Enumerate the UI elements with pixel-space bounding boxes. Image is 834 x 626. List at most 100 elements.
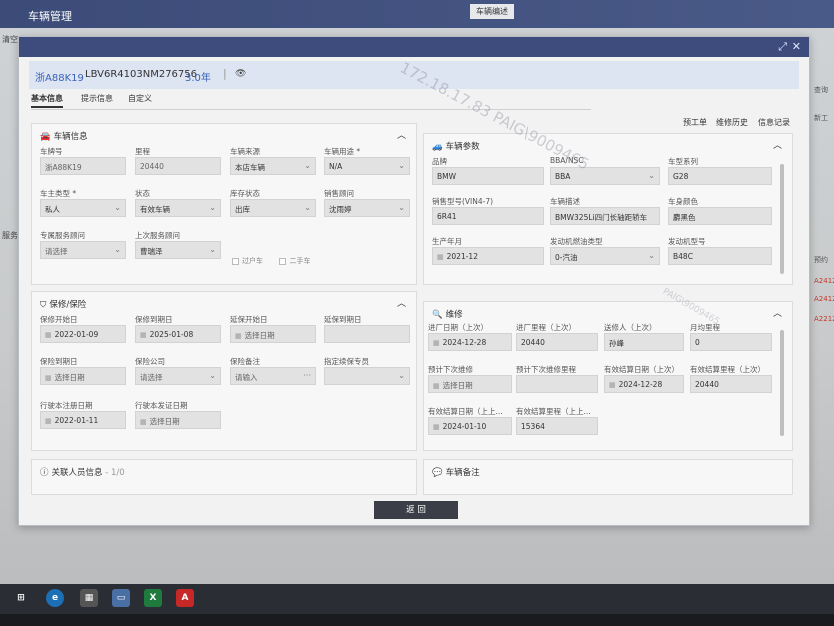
collapse-icon[interactable]: ︿ [773, 306, 782, 319]
bba-select[interactable]: BBA ⌄ [550, 167, 660, 185]
warranty-start-input[interactable]: ▦ 2022-01-09 [40, 325, 126, 343]
panel-title: ⛉ 保修/保险 [40, 298, 86, 310]
bg-right-label[interactable]: A2212 [814, 315, 834, 323]
issue-date-input[interactable]: ▦ 选择日期 [135, 411, 221, 429]
ext-start-input[interactable]: ▦ 选择日期 [230, 325, 316, 343]
field-brand: 品牌 BMW [432, 156, 544, 185]
close-icon[interactable]: ✕ [792, 40, 801, 53]
field-next-repair: 预计下次维修 ▦ 选择日期 [428, 364, 512, 393]
scrollbar[interactable] [780, 164, 784, 274]
date-value: 2022-01-09 [54, 330, 99, 339]
field-warranty-end: 保修到期日 ▦ 2025-01-08 [135, 314, 221, 343]
chevron-down-icon: ⌄ [209, 371, 216, 380]
scrollbar[interactable] [780, 330, 784, 436]
ext-end-input[interactable] [324, 325, 410, 343]
tab-tips[interactable]: 提示信息 [81, 93, 113, 104]
maximize-icon[interactable]: ⤢ [778, 40, 787, 54]
brand-input[interactable]: BMW [432, 167, 544, 185]
field-status: 状态 有效车辆 ⌄ [135, 188, 221, 217]
prev-settle-mileage-input[interactable]: 15364 [516, 417, 598, 435]
color-input[interactable]: 麝黑色 [668, 207, 772, 225]
prev-settle-date-input[interactable]: ▦ 2024-01-10 [428, 417, 512, 435]
last-settle-mileage-input[interactable]: 20440 [690, 375, 772, 393]
field-label: 专属服务顾问 [40, 231, 85, 240]
last-entry-mileage-input[interactable]: 20440 [516, 333, 598, 351]
next-repair-mileage-input[interactable] [516, 375, 598, 393]
sales-model-input[interactable]: 6R41 [432, 207, 544, 225]
bg-right-label[interactable]: A2412 [814, 295, 834, 303]
transfer-checkbox[interactable] [232, 257, 239, 265]
tab-divider [31, 109, 591, 110]
engine-model-input[interactable]: B48C [668, 247, 772, 265]
calendar-icon: ▦ [45, 331, 52, 339]
last-entry-date-input[interactable]: ▦ 2024-12-28 [428, 333, 512, 351]
return-button[interactable]: 返 回 [374, 501, 458, 519]
calculator-icon[interactable]: ▦ [80, 589, 98, 607]
collapse-icon[interactable]: ︿ [773, 138, 782, 151]
browser-icon[interactable]: e [46, 589, 64, 607]
field-label: 指定续保专员 [324, 357, 369, 366]
pdf-icon[interactable]: A [176, 589, 194, 607]
stock-select[interactable]: 出库 ⌄ [230, 199, 316, 217]
plate-input[interactable]: 浙A88K19 [40, 157, 126, 175]
pre-order-link[interactable]: 预工单 [683, 117, 707, 128]
sales-advisor-select[interactable]: 沈雨婷 ⌄ [324, 199, 410, 217]
bg-left-label[interactable]: 清空 [2, 34, 18, 45]
remote-desktop-icon[interactable]: ▭ [112, 589, 130, 607]
fuel-type-select[interactable]: 0-汽油 ⌄ [550, 247, 660, 265]
bg-right-label[interactable]: 查询 [814, 85, 828, 95]
checkbox-label: 二手车 [289, 257, 311, 265]
field-last-entry-date: 进厂日期（上次） ▦ 2024-12-28 [428, 322, 512, 351]
status-select[interactable]: 有效车辆 ⌄ [135, 199, 221, 217]
series-input[interactable]: G28 [668, 167, 772, 185]
monthly-mileage-input[interactable]: 0 [690, 333, 772, 351]
used-car-checkbox[interactable] [279, 257, 287, 265]
plate-number[interactable]: 浙A88K19 [35, 69, 84, 84]
field-last-sender: 送修人（上次） 孙峰 [604, 322, 684, 351]
usage-select[interactable]: N/A ⌄ [324, 157, 410, 175]
field-reg-date: 行驶本注册日期 ▦ 2022-01-11 [40, 400, 126, 429]
description-input[interactable]: BMW325Li四门长轴距轿车 [550, 207, 660, 225]
last-advisor-select[interactable]: 曹瑞泽 ⌄ [135, 241, 221, 259]
bg-tab[interactable]: 车辆编述 [470, 4, 514, 19]
field-label: 车辆用途 * [324, 147, 361, 156]
eye-icon[interactable]: 👁 [235, 69, 246, 79]
calendar-icon: ▦ [140, 331, 147, 339]
field-label: 保险备注 [230, 357, 260, 366]
field-service-advisor: 专属服务顾问 请选择 ⌄ [40, 230, 126, 259]
excel-icon[interactable]: X [144, 589, 162, 607]
next-repair-input[interactable]: ▦ 选择日期 [428, 375, 512, 393]
service-advisor-select[interactable]: 请选择 ⌄ [40, 241, 126, 259]
info-record-link[interactable]: 信息记录 [758, 117, 790, 128]
renewal-agent-select[interactable]: ⌄ [324, 367, 410, 385]
app-titlebar: 车辆管理 车辆编述 [0, 0, 834, 28]
chevron-down-icon: ⌄ [398, 371, 405, 380]
field-label: 上次服务顾问 [135, 231, 180, 240]
vehicle-params-panel: 🚙 车辆参数 ︿ 品牌 BMW BBA/NSC BBA ⌄ 车型系列 G28 销售型… [423, 133, 793, 285]
reg-date-input[interactable]: ▦ 2022-01-11 [40, 411, 126, 429]
warranty-end-input[interactable]: ▦ 2025-01-08 [135, 325, 221, 343]
bg-right-label[interactable]: A2412 [814, 277, 834, 285]
insurance-end-input[interactable]: ▦ 选择日期 [40, 367, 126, 385]
select-value: N/A [329, 162, 343, 171]
tab-basic-info[interactable]: 基本信息 [31, 93, 63, 108]
owner-type-select[interactable]: 私人 ⌄ [40, 199, 126, 217]
source-select[interactable]: 本店车辆 ⌄ [230, 157, 316, 175]
collapse-icon[interactable]: ︿ [397, 296, 406, 309]
field-label: 进厂里程（上次） [516, 323, 576, 332]
repair-history-link[interactable]: 维修历史 [716, 117, 748, 128]
last-sender-input[interactable]: 孙峰 [604, 333, 684, 351]
tab-custom[interactable]: 自定义 [128, 93, 152, 104]
field-prev-settle-mileage: 有效结算里程（上上... 15364 [516, 406, 598, 435]
field-label: 送修人（上次） [604, 323, 657, 332]
collapse-icon[interactable]: ︿ [397, 128, 406, 141]
mileage-input[interactable]: 20440 [135, 157, 221, 175]
checkbox-label: 过户车 [242, 257, 263, 265]
chevron-down-icon: ⌄ [398, 161, 405, 170]
production-date-input[interactable]: ▦ 2021-12 [432, 247, 544, 265]
insurer-select[interactable]: 请选择 ⌄ [135, 367, 221, 385]
last-settle-date-input[interactable]: ▦ 2024-12-28 [604, 375, 684, 393]
insurance-note-input[interactable]: 请输入 ··· [230, 367, 316, 385]
modal-header: ⤢ ✕ [19, 37, 809, 57]
task-view-icon[interactable]: ⊞ [12, 589, 30, 607]
